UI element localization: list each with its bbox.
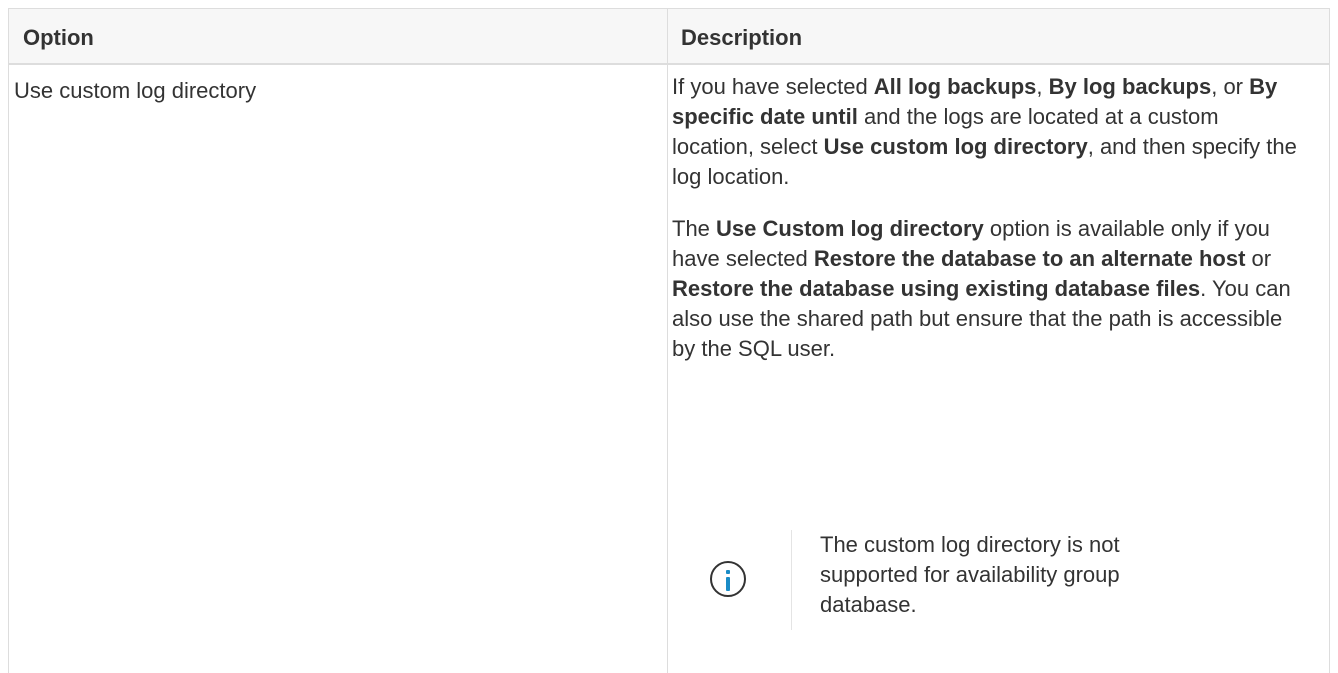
bold-term: Restore the database to an alternate hos…	[813, 246, 1246, 271]
bold-term: By log backups	[1048, 74, 1212, 99]
bold-term: Restore the database using existing data…	[672, 276, 1201, 301]
option-column-header: Option	[23, 25, 94, 50]
note-text: The custom log directory is not supporte…	[820, 532, 1120, 617]
description-paragraph-2: The Use Custom log directory option is a…	[672, 214, 1297, 364]
column-divider	[667, 8, 668, 673]
description-cell: If you have selected All log backups, By…	[672, 72, 1297, 364]
description-paragraph-1: If you have selected All log backups, By…	[672, 72, 1297, 192]
note-divider	[791, 530, 792, 630]
text-run: The	[672, 216, 717, 241]
note-admonition: The custom log directory is not supporte…	[672, 530, 1297, 630]
text-run: If you have selected	[672, 74, 874, 99]
text-run: , or	[1211, 74, 1250, 99]
bold-term: Use Custom log directory	[716, 216, 984, 241]
bold-term: All log backups	[873, 74, 1037, 99]
description-column-header: Description	[681, 25, 803, 50]
text-run: or	[1245, 246, 1272, 271]
info-icon	[710, 561, 746, 597]
bold-term: Use custom log directory	[823, 134, 1088, 159]
option-cell: Use custom log directory	[14, 78, 257, 103]
text-run: ,	[1036, 74, 1049, 99]
table-header-row: Option Description	[9, 8, 1329, 65]
